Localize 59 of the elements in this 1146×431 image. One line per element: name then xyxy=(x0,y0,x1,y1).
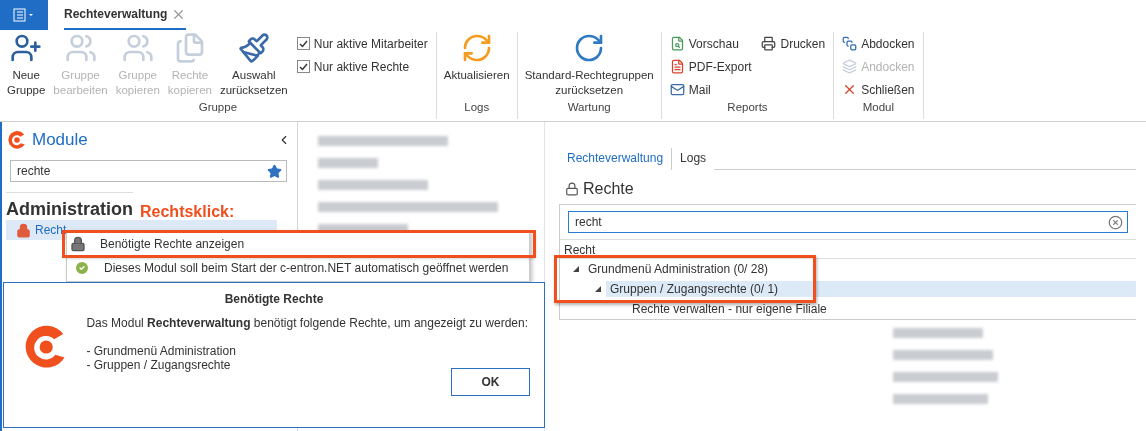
panel-title: Module xyxy=(32,130,89,150)
menu-icon xyxy=(13,8,35,22)
people-add-icon xyxy=(10,32,43,64)
document-tab[interactable]: Rechteverwaltung xyxy=(64,0,187,30)
ribbon-button[interactable]: Vorschau xyxy=(669,34,752,53)
ribbon-button[interactable]: Abdocken xyxy=(842,34,915,53)
tree-item[interactable]: Gruppen / Zugangsrechte (0/ 1) xyxy=(606,281,1136,297)
ribbon-button[interactable]: Neue Gruppe xyxy=(4,32,49,98)
checkbox-option[interactable]: Nur aktive Rechte xyxy=(296,57,428,76)
dialog-list-item: - Grundmenü Administration xyxy=(86,344,237,358)
ribbon-button[interactable]: PDF-Export xyxy=(669,57,752,76)
star-icon[interactable] xyxy=(267,163,282,179)
checkbox[interactable] xyxy=(296,60,310,73)
search-box[interactable]: rechte xyxy=(10,160,287,182)
group-label: Logs xyxy=(463,101,491,115)
clear-icon[interactable] xyxy=(1108,214,1123,230)
ribbon-button[interactable]: Schließen xyxy=(842,80,915,99)
pdf-icon xyxy=(669,59,685,74)
dialog-list-item: - Gruppen / Zugangsrechte xyxy=(86,358,232,372)
tree-item[interactable]: Grundmenü Administration (0/ 28) xyxy=(584,261,773,277)
checkbox-option[interactable]: Nur aktive Mitarbeiter xyxy=(296,34,428,53)
blurred-text xyxy=(318,158,378,168)
ribbon-button[interactable]: Standard-Rechtegruppen zurücksetzen xyxy=(521,32,657,98)
dialog-message: Das Modul Rechteverwaltung benötigt folgende Rechte, um angezeigt zu werden: xyxy=(86,316,528,330)
brush-icon xyxy=(237,32,270,64)
preview-icon xyxy=(669,36,685,51)
expander-icon[interactable] xyxy=(594,285,602,293)
search-field[interactable]: rechte xyxy=(15,163,267,179)
dock-icon xyxy=(842,59,858,74)
tree-item[interactable]: Rechte verwalten - nur eigene Filiale xyxy=(628,301,831,317)
ribbon-button[interactable]: Drucken xyxy=(761,34,826,53)
tab[interactable]: Rechteverwaltung xyxy=(559,148,673,170)
search-field[interactable]: recht xyxy=(573,214,1108,230)
group-label: Modul xyxy=(861,101,895,115)
dialog-title: Benötigte Rechte xyxy=(223,292,325,306)
group-label: Gruppe xyxy=(197,101,239,115)
ribbon-button[interactable]: Auswahl zurücksetzen xyxy=(216,32,291,98)
mail-icon xyxy=(669,82,685,97)
lock-icon xyxy=(16,222,31,238)
ok-button[interactable]: OK xyxy=(451,368,530,396)
ribbon-button[interactable]: Mail xyxy=(669,80,752,99)
search-box[interactable]: recht xyxy=(568,211,1128,233)
lock-icon xyxy=(70,236,86,252)
group-label: Reports xyxy=(726,101,769,115)
check-icon xyxy=(74,260,90,276)
annotation-label: Rechtsklick: xyxy=(140,203,235,221)
printer-icon xyxy=(761,36,777,51)
lock-icon xyxy=(565,182,579,196)
people-copy-icon xyxy=(121,32,154,64)
menu-item[interactable]: Dieses Modul soll beim Start der c-entron.NET automatisch geöffnet werden xyxy=(68,256,528,280)
group-label: Wartung xyxy=(566,101,612,115)
ribbon-button[interactable]: Aktualisieren xyxy=(440,32,513,83)
section-heading: Rechte xyxy=(583,180,634,198)
checkbox[interactable] xyxy=(296,37,310,50)
undock-icon xyxy=(842,36,858,51)
people-edit-icon xyxy=(64,32,97,64)
logo-icon xyxy=(6,129,28,151)
column-header[interactable]: Recht xyxy=(560,239,1136,259)
expander-icon[interactable] xyxy=(572,265,580,273)
